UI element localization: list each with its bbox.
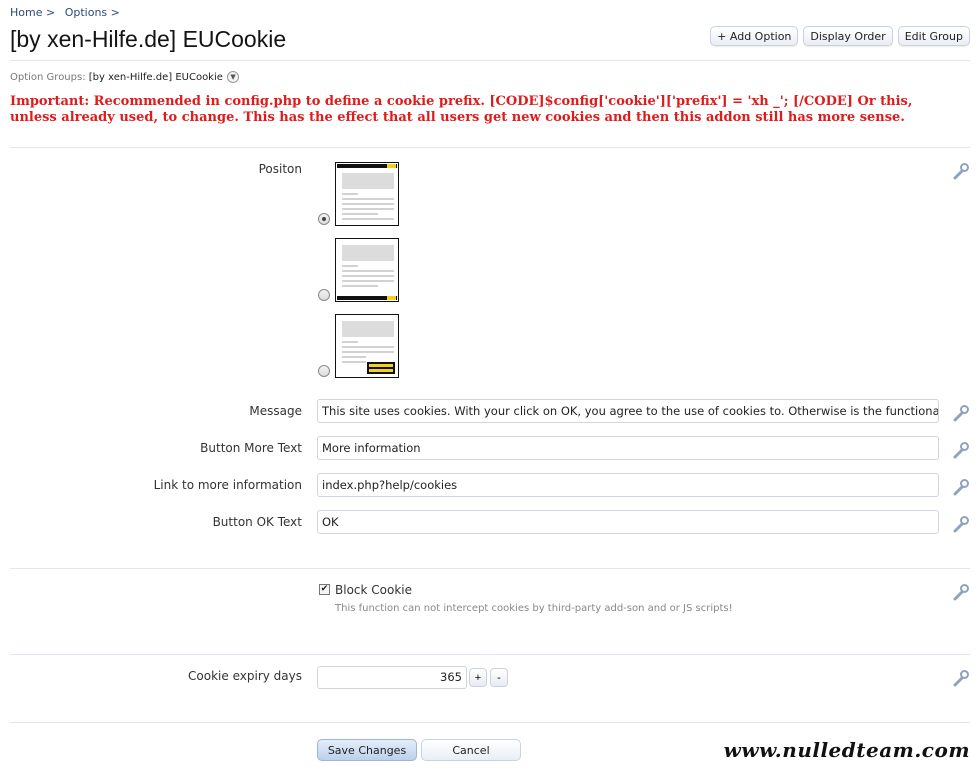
breadcrumb: Home > Options > [10,6,126,19]
divider [10,568,970,569]
wrench-icon[interactable] [952,441,970,459]
message-label: Message [249,404,302,418]
increment-button[interactable]: + [469,668,487,687]
add-option-button[interactable]: + Add Option [710,26,799,46]
banner-bar [337,296,397,300]
chevron-down-icon[interactable]: ▼ [227,71,240,83]
wrench-icon[interactable] [952,583,970,601]
page-title: [by xen-Hilfe.de] EUCookie [10,26,287,52]
message-input[interactable]: This site uses cookies. With your click … [317,399,939,423]
divider [10,722,970,723]
wrench-icon[interactable] [952,162,970,180]
position-radio-top[interactable] [318,213,330,225]
option-groups: Option Groups: [by xen-Hilfe.de] EUCooki… [10,71,240,83]
divider [10,60,970,61]
watermark: www.nulledteam.com [723,738,970,762]
divider [10,147,970,148]
position-thumb-bottom-right[interactable] [335,314,399,378]
option-groups-value[interactable]: [by xen-Hilfe.de] EUCookie [89,72,223,83]
link-more-info-label: Link to more information [153,478,302,492]
wrench-icon[interactable] [952,515,970,533]
block-cookie-label[interactable]: Block Cookie [335,583,412,597]
button-more-text-input[interactable]: More information [317,436,939,460]
wrench-icon[interactable] [952,404,970,422]
banner-box [367,362,395,374]
edit-group-button[interactable]: Edit Group [897,26,970,46]
cookie-expiry-label: Cookie expiry days [188,669,302,683]
breadcrumb-home[interactable]: Home > [10,6,55,19]
position-thumb-bottom[interactable] [335,238,399,302]
button-more-text-label: Button More Text [200,441,302,455]
banner-bar [337,164,397,168]
option-groups-label: Option Groups: [10,72,86,83]
block-cookie-checkbox[interactable]: ✔ [319,584,330,595]
position-radio-bottom-right[interactable] [318,365,330,377]
cancel-button[interactable]: Cancel [421,739,521,761]
wrench-icon[interactable] [952,478,970,496]
important-notice: Important: Recommended in config.php to … [10,94,913,125]
save-changes-button[interactable]: Save Changes [317,739,417,761]
divider [10,654,970,655]
button-ok-text-label: Button OK Text [212,515,302,529]
position-radio-bottom[interactable] [318,289,330,301]
breadcrumb-options[interactable]: Options > [65,6,120,19]
decrement-button[interactable]: - [490,668,508,687]
wrench-icon[interactable] [952,669,970,687]
position-thumb-top[interactable] [335,162,399,226]
display-order-button[interactable]: Display Order [803,26,893,46]
block-cookie-hint: This function can not intercept cookies … [335,603,733,614]
position-label: Positon [258,162,302,176]
button-ok-text-input[interactable]: OK [317,510,939,534]
toolbar: + Add Option Display Order Edit Group [710,26,970,46]
link-more-info-input[interactable]: index.php?help/cookies [317,473,939,497]
cookie-expiry-input[interactable]: 365 [317,666,467,689]
